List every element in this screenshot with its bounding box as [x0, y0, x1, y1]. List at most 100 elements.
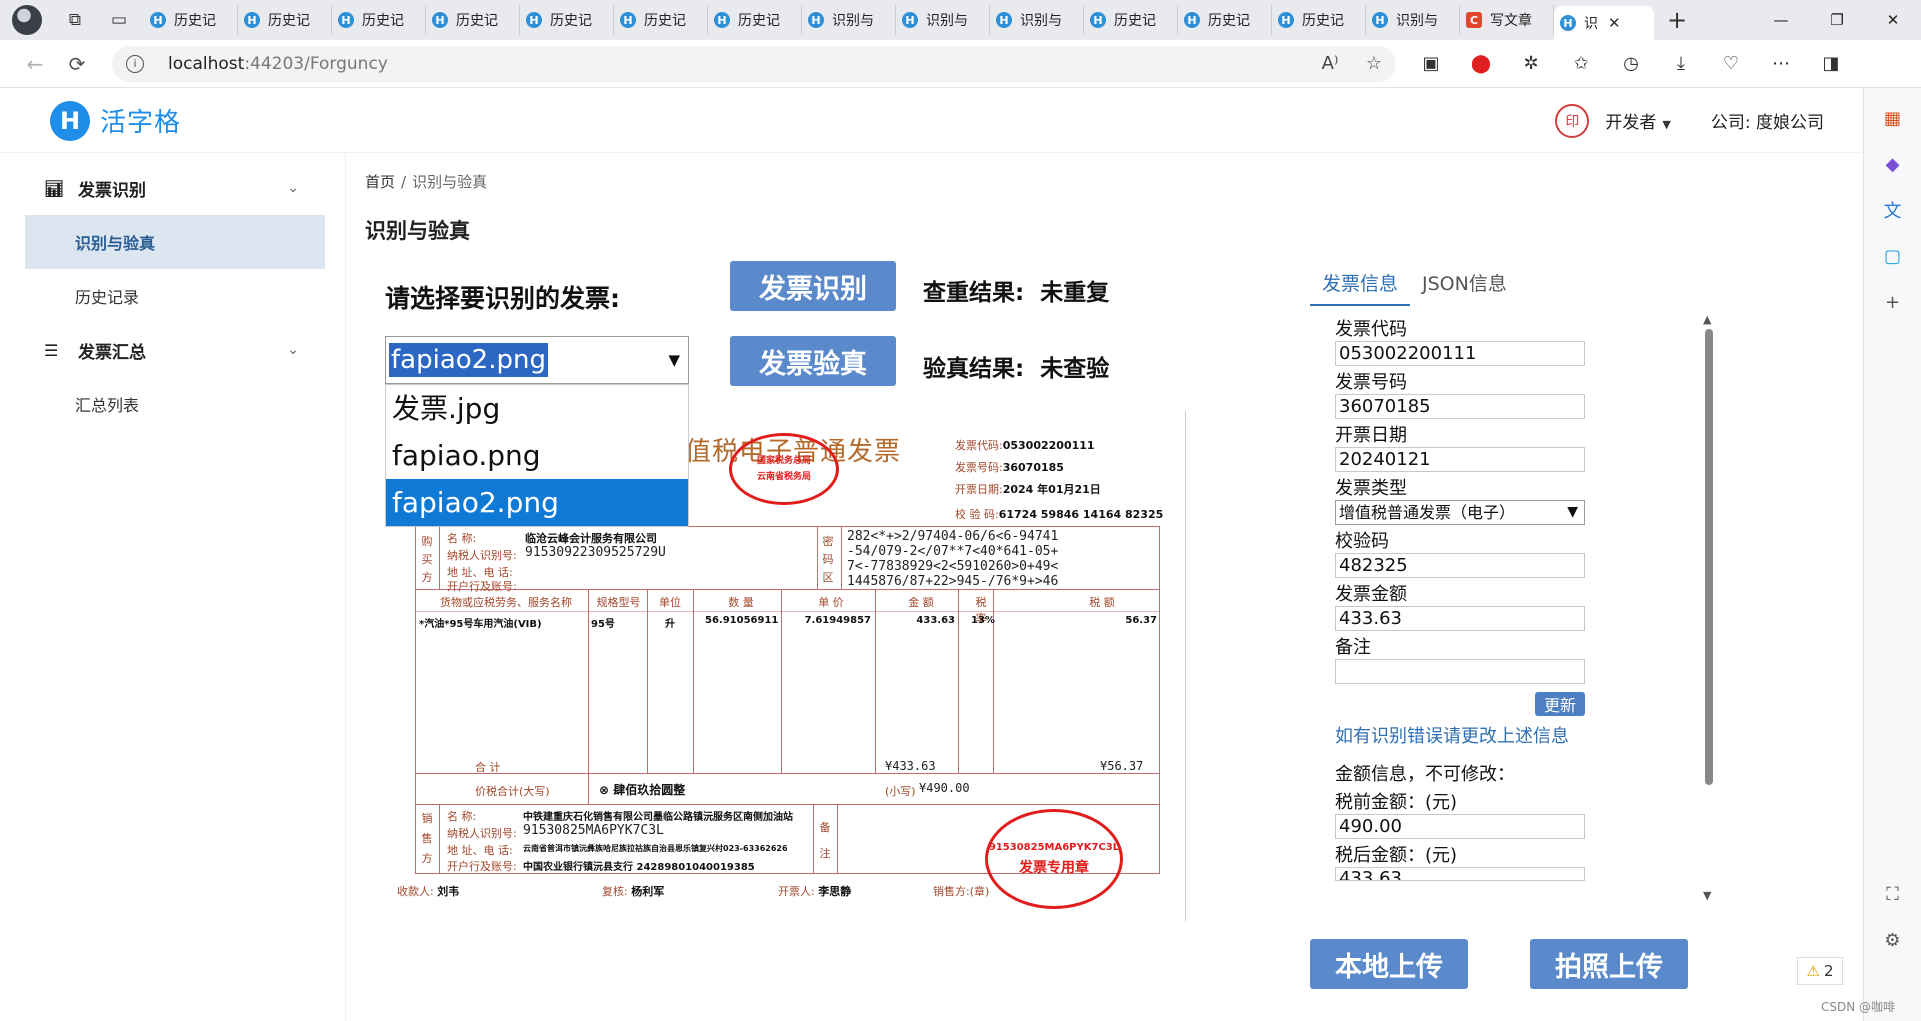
browser-tab[interactable]: H 历史记 — [708, 5, 802, 35]
back-button[interactable]: ← — [14, 46, 56, 82]
browser-tab[interactable]: H 历史记 — [520, 5, 614, 35]
sum-small-label: (小写) — [885, 785, 916, 798]
local-upload-button[interactable]: 本地上传 — [1310, 939, 1468, 989]
favorites-icon[interactable]: ✩ — [1556, 46, 1606, 82]
minimize-button[interactable]: — — [1753, 0, 1809, 40]
browser-tab[interactable]: H 历史记 — [332, 5, 426, 35]
browser-tab-active[interactable]: H 识 ✕ — [1554, 6, 1654, 40]
screenshot-icon[interactable]: ⛶ — [1877, 878, 1909, 910]
new-tab-button[interactable]: + — [1662, 6, 1692, 34]
adblock-icon[interactable]: ⬤ — [1456, 46, 1506, 82]
menu-item-history[interactable]: 历史记录 — [0, 269, 345, 323]
reviewer-row: 复核: 杨利军 — [602, 883, 664, 899]
browser-tab[interactable]: H 历史记 — [1272, 5, 1366, 35]
profile-avatar[interactable] — [12, 5, 42, 35]
recognize-button[interactable]: 发票识别 — [730, 261, 896, 311]
settings-gear-icon[interactable]: ⚙ — [1877, 924, 1909, 956]
restore-button[interactable]: ❐ — [1809, 0, 1865, 40]
scroll-down-icon[interactable]: ▼ — [1703, 889, 1711, 902]
photo-upload-button[interactable]: 拍照上传 — [1530, 939, 1688, 989]
form-scrollbar[interactable]: ▲ ▼ — [1702, 313, 1716, 903]
dropdown-option[interactable]: fapiao.png — [386, 432, 688, 479]
invoice-line — [647, 589, 648, 773]
dropdown-option[interactable]: 发票.jpg — [386, 385, 688, 432]
dropdown-option[interactable]: fapiao2.png — [386, 479, 688, 526]
form-field-input[interactable]: 36070185 — [1335, 394, 1585, 419]
read-aloud-icon[interactable]: A⁾ — [1308, 53, 1352, 74]
form-field-input[interactable]: 482325 — [1335, 553, 1585, 578]
favorite-star-icon[interactable]: ☆ — [1352, 53, 1396, 74]
invoice-special-seal: 91530825MA6PYK7C3L 发票专用章 — [985, 809, 1123, 909]
scrollbar-thumb[interactable] — [1705, 329, 1713, 785]
tab-favicon-icon: H — [1560, 15, 1576, 31]
form-field-input[interactable]: 433.63 — [1335, 606, 1585, 631]
form-field-input[interactable]: 053002200111 — [1335, 341, 1585, 366]
post-tax-value: 433.63 — [1339, 868, 1402, 881]
invoice-line — [439, 526, 440, 589]
browser-tab[interactable]: H 历史记 — [614, 5, 708, 35]
site-info-icon[interactable]: i — [126, 54, 144, 73]
browser-tab[interactable]: H 历史记 — [144, 5, 238, 35]
close-window-button[interactable]: ✕ — [1865, 0, 1921, 40]
invoice-line — [439, 804, 440, 874]
browser-toolbar: ▣ ⬤ ✲ ✩ ◷ ⤓ ♡ ⋯ ◨ — [1406, 46, 1856, 82]
browser-tab[interactable]: H 识别与 — [990, 5, 1084, 35]
form-field-label: 发票号码 — [1335, 372, 1407, 393]
invoice-line — [813, 804, 814, 874]
main-content: 首页 / 识别与验真 识别与验真 请选择要识别的发票: fapiao2.png ▼ … — [347, 153, 1862, 1021]
refresh-button[interactable]: ⟳ — [56, 46, 98, 82]
invoice-line — [958, 589, 959, 773]
toolbox-icon[interactable]: ▦ — [1877, 102, 1909, 134]
extensions-puzzle-icon[interactable]: ✲ — [1506, 46, 1556, 82]
close-tab-icon[interactable]: ✕ — [1608, 14, 1621, 32]
tab-json-info[interactable]: JSON信息 — [1410, 269, 1519, 306]
invoice-file-select[interactable]: fapiao2.png ▼ — [385, 336, 689, 384]
form-field-input[interactable]: 20240121 — [1335, 447, 1585, 472]
scroll-up-icon[interactable]: ▲ — [1703, 313, 1711, 326]
history-icon[interactable]: ◷ — [1606, 46, 1656, 82]
more-menu-icon[interactable]: ⋯ — [1756, 46, 1806, 82]
browser-tab[interactable]: H 历史记 — [426, 5, 520, 35]
update-button[interactable]: 更新 — [1535, 692, 1585, 716]
tab-actions-icon[interactable]: ▭ — [108, 9, 130, 31]
menu-group-invoice-summary[interactable]: ☰ 发票汇总 ⌄ — [0, 323, 345, 377]
verify-button[interactable]: 发票验真 — [730, 336, 896, 386]
downloads-icon[interactable]: ⤓ — [1656, 46, 1706, 82]
breadcrumb-home[interactable]: 首页 — [365, 173, 395, 191]
menu-group-label: 发票汇总 — [78, 342, 146, 363]
workspaces-icon[interactable]: ⧉ — [64, 9, 86, 31]
invoice-code-label: 发票代码: — [955, 439, 1003, 452]
browser-tab[interactable]: H 识别与 — [802, 5, 896, 35]
invoice-type-select[interactable]: 增值税普通发票（电子） ▼ — [1335, 500, 1585, 525]
verify-label: 验真结果: — [923, 356, 1025, 382]
health-icon[interactable]: ♡ — [1706, 46, 1756, 82]
menu-item-recognize-verify[interactable]: 识别与验真 — [25, 215, 325, 269]
browser-tab[interactable]: H 历史记 — [238, 5, 332, 35]
menu-item-summary-list[interactable]: 汇总列表 — [0, 377, 345, 431]
invoice-check-label: 校 验 码: — [955, 508, 999, 521]
warning-badge[interactable]: ⚠ 2 — [1797, 957, 1843, 985]
url-input[interactable]: i localhost:44203/Forguncy A⁾ ☆ — [112, 45, 1396, 82]
tab-invoice-info[interactable]: 发票信息 — [1310, 269, 1411, 306]
browser-tab[interactable]: H 历史记 — [1178, 5, 1272, 35]
bilibili-icon[interactable]: ▢ — [1877, 240, 1909, 272]
app-logo[interactable]: H 活字格 — [50, 100, 181, 141]
translate-icon[interactable]: 文 — [1877, 194, 1909, 226]
copilot-icon[interactable]: ◆ — [1877, 148, 1909, 180]
user-avatar[interactable]: 印 — [1555, 103, 1590, 138]
form-field-input[interactable] — [1335, 659, 1585, 684]
menu-group-invoice-recognition[interactable]: 📊︎ 发票识别 ⌄ — [0, 161, 345, 215]
sum-words: ⊗ 肆佰玖拾圆整 — [599, 783, 686, 797]
browser-tab[interactable]: H 识别与 — [1366, 5, 1460, 35]
add-sidebar-app-icon[interactable]: + — [1877, 286, 1909, 318]
user-menu[interactable]: 开发者 ▼ — [1605, 108, 1670, 133]
sidebar-toggle-icon[interactable]: ◨ — [1806, 46, 1856, 82]
cipher-line: 7<-77838929<2<5910260>0+49< — [847, 559, 1059, 574]
tab-favicon-icon: H — [1372, 12, 1388, 28]
extension-icon[interactable]: ▣ — [1406, 46, 1456, 82]
browser-tab[interactable]: H 历史记 — [1084, 5, 1178, 35]
item-cell: 433.63 — [916, 615, 955, 626]
browser-tab[interactable]: H 识别与 — [896, 5, 990, 35]
browser-tab[interactable]: C 写文章 — [1460, 5, 1554, 35]
menu-item-label: 历史记录 — [75, 288, 140, 307]
